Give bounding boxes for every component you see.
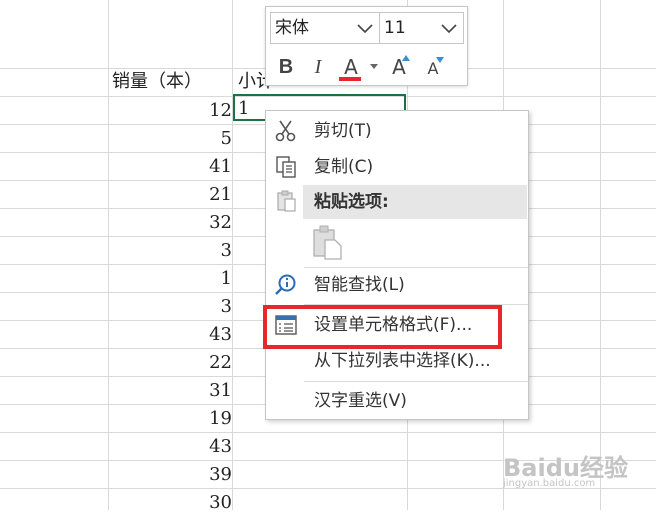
font-name-combo[interactable]: 宋体: [270, 12, 380, 44]
paste-options-label: 粘贴选项:: [314, 192, 389, 212]
sales-cell[interactable]: 32: [108, 209, 232, 237]
sales-cell[interactable]: 19: [108, 405, 232, 433]
sales-cell[interactable]: 30: [108, 489, 232, 517]
selected-cell-value: 1: [238, 98, 250, 119]
sales-cell[interactable]: 1: [108, 265, 232, 293]
font-color-button[interactable]: A: [336, 53, 366, 81]
sales-cell[interactable]: 5: [108, 125, 232, 153]
italic-button[interactable]: I: [306, 53, 330, 81]
menu-item-label: 复制(C): [314, 157, 374, 177]
watermark-url: jingyan.baidu.com: [503, 478, 596, 489]
menu-item-hanzi-reselect[interactable]: 汉字重选(V): [266, 383, 528, 419]
chevron-down-icon: [357, 24, 373, 34]
sales-cell[interactable]: 21: [108, 181, 232, 209]
menu-item-label: 智能查找(L): [314, 275, 405, 295]
menu-item-cut[interactable]: 剪切(T): [266, 113, 528, 149]
menu-item-label: 剪切(T): [314, 121, 372, 141]
baidu-watermark: Baidu经验 jingyan.baidu.com: [503, 448, 628, 489]
caret-down-icon: [436, 57, 444, 63]
sales-cell[interactable]: 22: [108, 349, 232, 377]
menu-separator: [304, 381, 528, 382]
sales-cell[interactable]: 39: [108, 461, 232, 489]
grid-hline: [0, 432, 656, 433]
column-header-sales[interactable]: 销量（本）: [112, 68, 202, 96]
context-menu: 剪切(T) 复制(C) 粘贴选项: 智能查找(L) 设置单元格格式(F)... …: [265, 110, 529, 420]
paste-button-icon[interactable]: [311, 224, 343, 260]
sales-cell[interactable]: 31: [108, 377, 232, 405]
paste-options-header: 粘贴选项:: [303, 185, 527, 219]
menu-item-copy[interactable]: 复制(C): [266, 149, 528, 185]
caret-up-icon: [402, 55, 410, 61]
grow-font-button[interactable]: A: [386, 53, 412, 81]
sales-cell[interactable]: 3: [108, 237, 232, 265]
clipboard-icon: [277, 190, 296, 212]
sales-cell[interactable]: 43: [108, 433, 232, 461]
menu-item-smart-lookup[interactable]: 智能查找(L): [266, 267, 528, 303]
font-color-dropdown-icon[interactable]: [370, 64, 378, 70]
bold-button[interactable]: B: [274, 53, 298, 81]
highlight-annotation: [263, 305, 502, 349]
font-color-letter: A: [344, 55, 358, 79]
sales-cell[interactable]: 3: [108, 293, 232, 321]
font-color-bar: [339, 77, 361, 81]
chevron-down-icon: [441, 24, 457, 34]
grid-vline: [232, 0, 233, 510]
grid-vline: [600, 0, 601, 510]
menu-item-label: 汉字重选(V): [314, 391, 407, 411]
sales-cell[interactable]: 12: [108, 97, 232, 125]
copy-icon: [276, 156, 296, 178]
mini-toolbar: 宋体 11 B I A A A: [265, 6, 468, 86]
scissors-icon: [275, 120, 296, 142]
font-size-value: 11: [384, 18, 406, 38]
font-name-value: 宋体: [275, 18, 309, 38]
sales-cell[interactable]: 43: [108, 321, 232, 349]
sales-cell[interactable]: 41: [108, 153, 232, 181]
smart-lookup-icon: [275, 274, 296, 295]
shrink-font-button[interactable]: A: [420, 53, 446, 81]
font-size-combo[interactable]: 11: [379, 12, 464, 44]
